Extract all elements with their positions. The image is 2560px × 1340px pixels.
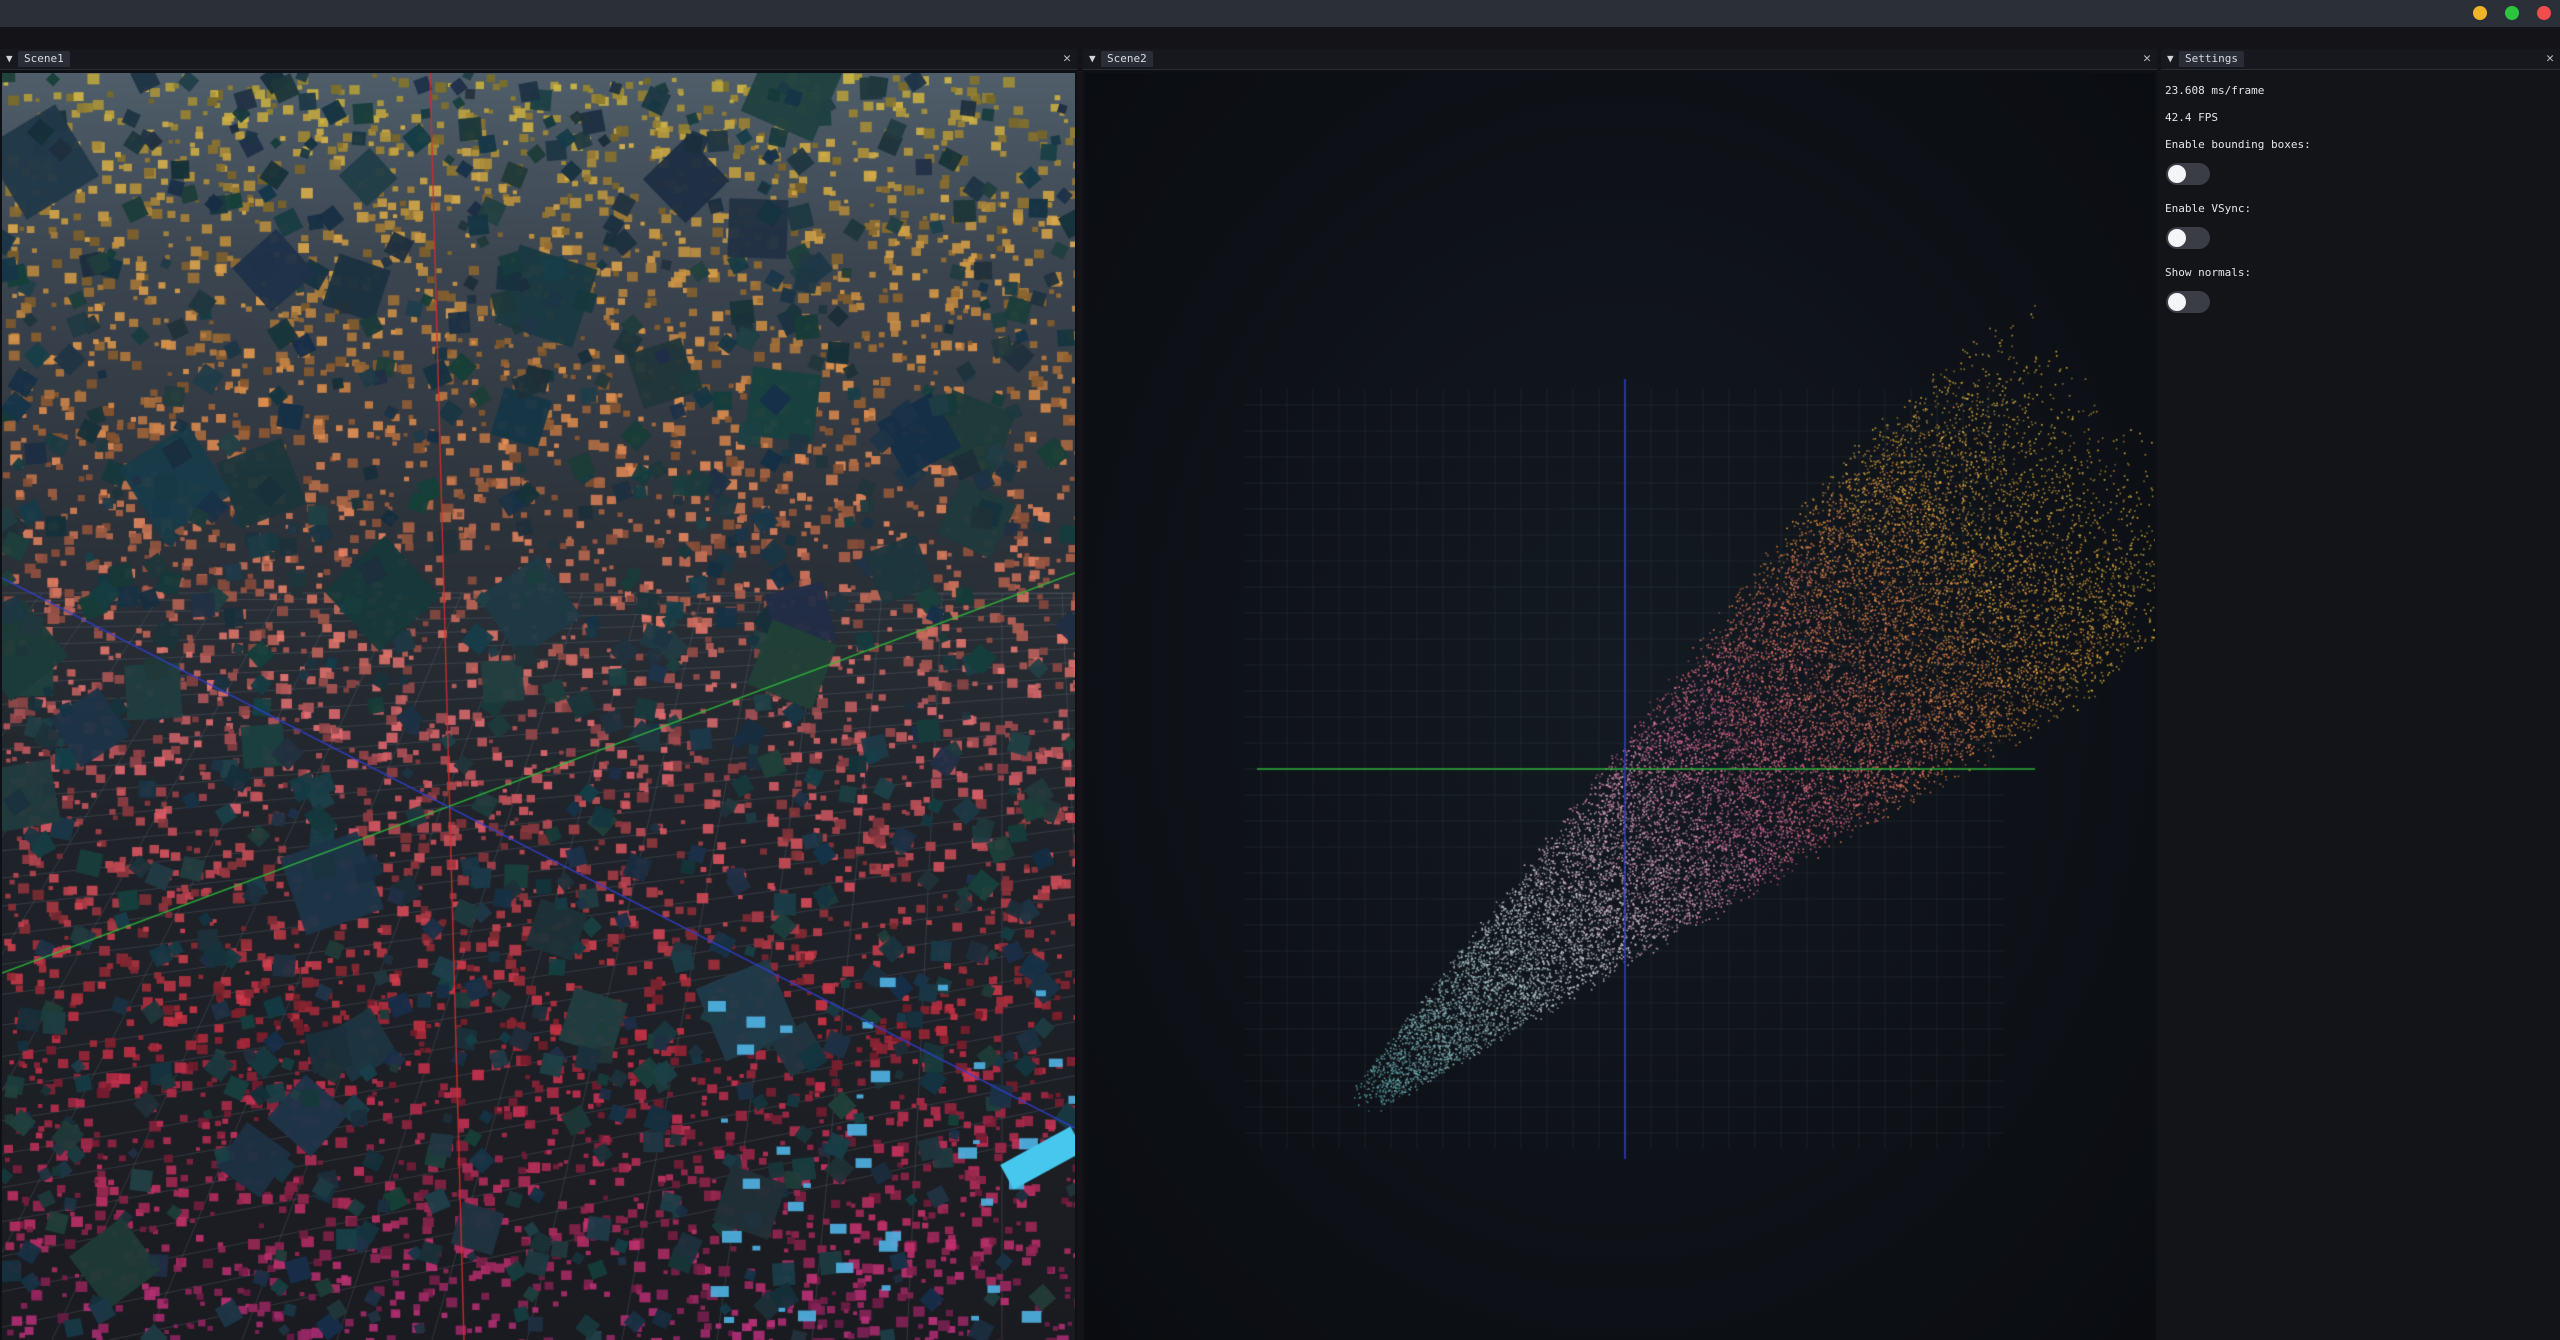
show-normals-label: Show normals: <box>2165 266 2252 279</box>
maximize-button[interactable] <box>2505 6 2519 20</box>
toggle-knob <box>2168 229 2186 247</box>
menu-bar <box>0 27 2560 49</box>
toggle-knob <box>2168 165 2186 183</box>
scene1-viewport[interactable] <box>2 73 1075 1340</box>
bounding-boxes-label: Enable bounding boxes: <box>2165 138 2311 151</box>
settings-panel: ▼ Settings ✕ 23.608 ms/frame 42.4 FPS En… <box>2161 49 2560 1340</box>
scene1-panel: ▼ Scene1 ✕ <box>0 49 1077 1340</box>
scene2-tab-bar: ▼ Scene2 ✕ <box>1083 49 2157 70</box>
title-bar <box>0 0 2560 27</box>
close-icon[interactable]: ✕ <box>1063 51 1071 67</box>
collapse-arrow-icon[interactable]: ▼ <box>6 52 13 66</box>
toggle-knob <box>2168 293 2186 311</box>
scene2-canvas[interactable] <box>1085 73 2155 1340</box>
close-button[interactable] <box>2537 6 2551 20</box>
collapse-arrow-icon[interactable]: ▼ <box>2167 52 2174 66</box>
minimize-button[interactable] <box>2473 6 2487 20</box>
vsync-label: Enable VSync: <box>2165 202 2252 215</box>
close-icon[interactable]: ✕ <box>2546 51 2554 67</box>
scene2-panel: ▼ Scene2 ✕ <box>1083 49 2157 1340</box>
close-icon[interactable]: ✕ <box>2143 51 2151 67</box>
tab-scene2[interactable]: Scene2 <box>1101 51 1153 67</box>
tab-scene1[interactable]: Scene1 <box>18 51 70 67</box>
collapse-arrow-icon[interactable]: ▼ <box>1089 52 1096 66</box>
settings-tab-bar: ▼ Settings ✕ <box>2161 49 2560 70</box>
bounding-boxes-toggle[interactable] <box>2166 163 2210 185</box>
scene1-tab-bar: ▼ Scene1 ✕ <box>0 49 1077 70</box>
fps-readout: 42.4 FPS <box>2165 111 2218 124</box>
vsync-toggle[interactable] <box>2166 227 2210 249</box>
frame-time-readout: 23.608 ms/frame <box>2165 84 2265 97</box>
show-normals-toggle[interactable] <box>2166 291 2210 313</box>
scene1-canvas[interactable] <box>2 73 1075 1340</box>
scene2-viewport[interactable] <box>1085 73 2155 1340</box>
tab-settings[interactable]: Settings <box>2179 51 2244 67</box>
